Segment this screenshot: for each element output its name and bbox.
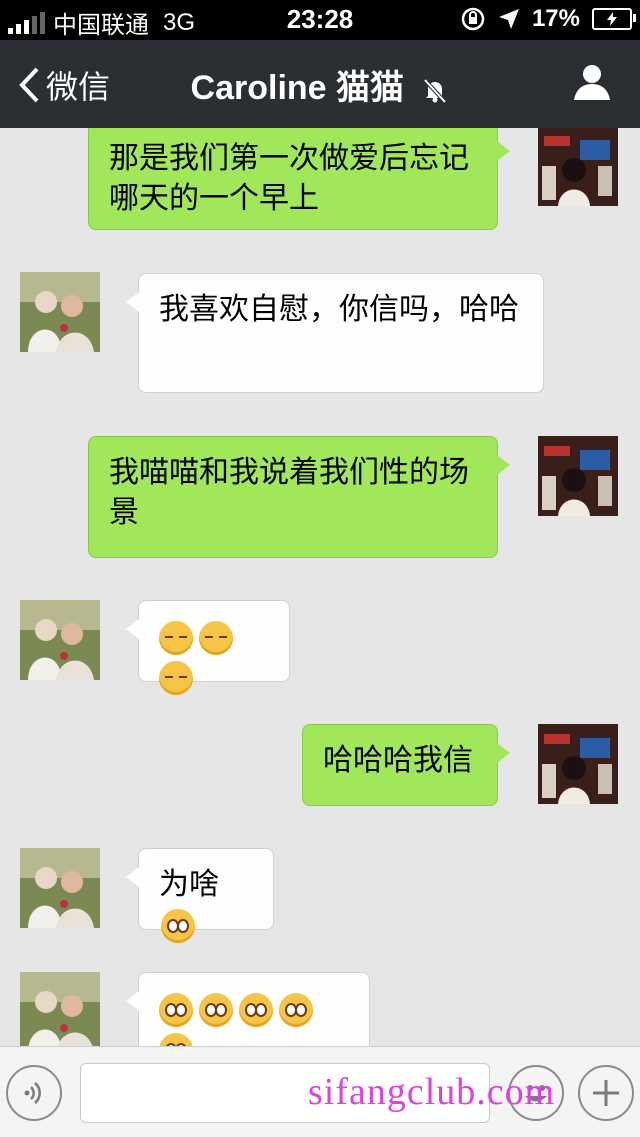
thinking-emoji-icon xyxy=(159,621,193,656)
shocked-emoji-icon xyxy=(161,909,195,944)
message-bubble-received[interactable]: 为啥 xyxy=(126,848,274,944)
avatar-contact[interactable] xyxy=(20,972,100,1046)
battery-icon xyxy=(592,8,636,30)
shocked-emoji-icon xyxy=(239,993,273,1028)
shocked-emoji-icon xyxy=(279,993,313,1028)
battery-percent: 17% xyxy=(531,5,580,32)
message-text: 我喜欢自慰，你信吗，哈哈 xyxy=(159,293,519,326)
more-button[interactable] xyxy=(578,1065,634,1121)
profile-button[interactable] xyxy=(572,62,612,107)
shocked-emoji-icon xyxy=(159,1033,193,1046)
mute-bell-icon xyxy=(423,78,447,104)
message-bubble-received[interactable]: 我喜欢自慰，你信吗，哈哈 xyxy=(126,273,544,393)
message-text: 那是我们第一次做爱后忘记哪天的一个早上 xyxy=(109,142,469,215)
message-bubble-received[interactable] xyxy=(126,600,290,696)
avatar-contact[interactable] xyxy=(20,272,100,352)
message-bubble-sent[interactable]: 我喵喵和我说着我们性的场景 xyxy=(88,436,510,558)
plus-icon xyxy=(593,1080,619,1106)
message-bubble-sent[interactable]: 那是我们第一次做爱后忘记哪天的一个早上 xyxy=(88,128,510,230)
message-text: 哈哈哈我信 xyxy=(323,744,473,777)
chat-title: Caroline 猫猫 xyxy=(0,60,640,109)
voice-input-button[interactable] xyxy=(6,1065,62,1121)
person-icon xyxy=(574,65,610,100)
message-bubble-received[interactable] xyxy=(126,972,370,1046)
message-text: 我喵喵和我说着我们性的场景 xyxy=(109,456,469,529)
shocked-emoji-icon xyxy=(159,993,193,1028)
voice-icon xyxy=(24,1082,41,1104)
chat-area[interactable]: 那是我们第一次做爱后忘记哪天的一个早上 我喜欢自慰，你信吗，哈哈 我喵喵和我说着… xyxy=(0,128,640,1046)
message-text: 为啥 xyxy=(159,868,219,901)
location-arrow-icon xyxy=(498,9,519,29)
thinking-emoji-icon xyxy=(159,661,193,696)
contact-name: Caroline 猫猫 xyxy=(190,69,405,107)
watermark: sifangclub.com xyxy=(308,1071,556,1113)
thinking-emoji-icon xyxy=(199,621,233,656)
chat-header: 微信 Caroline 猫猫 xyxy=(0,40,640,128)
avatar-self[interactable] xyxy=(538,436,618,516)
rotation-lock-icon xyxy=(461,7,485,31)
message-bubble-sent[interactable]: 哈哈哈我信 xyxy=(302,724,510,806)
avatar-self[interactable] xyxy=(538,128,618,206)
shocked-emoji-icon xyxy=(199,993,233,1028)
status-bar: 中国联通 3G 23:28 17% xyxy=(0,0,640,40)
avatar-self[interactable] xyxy=(538,724,618,804)
avatar-contact[interactable] xyxy=(20,848,100,928)
avatar-contact[interactable] xyxy=(20,600,100,680)
